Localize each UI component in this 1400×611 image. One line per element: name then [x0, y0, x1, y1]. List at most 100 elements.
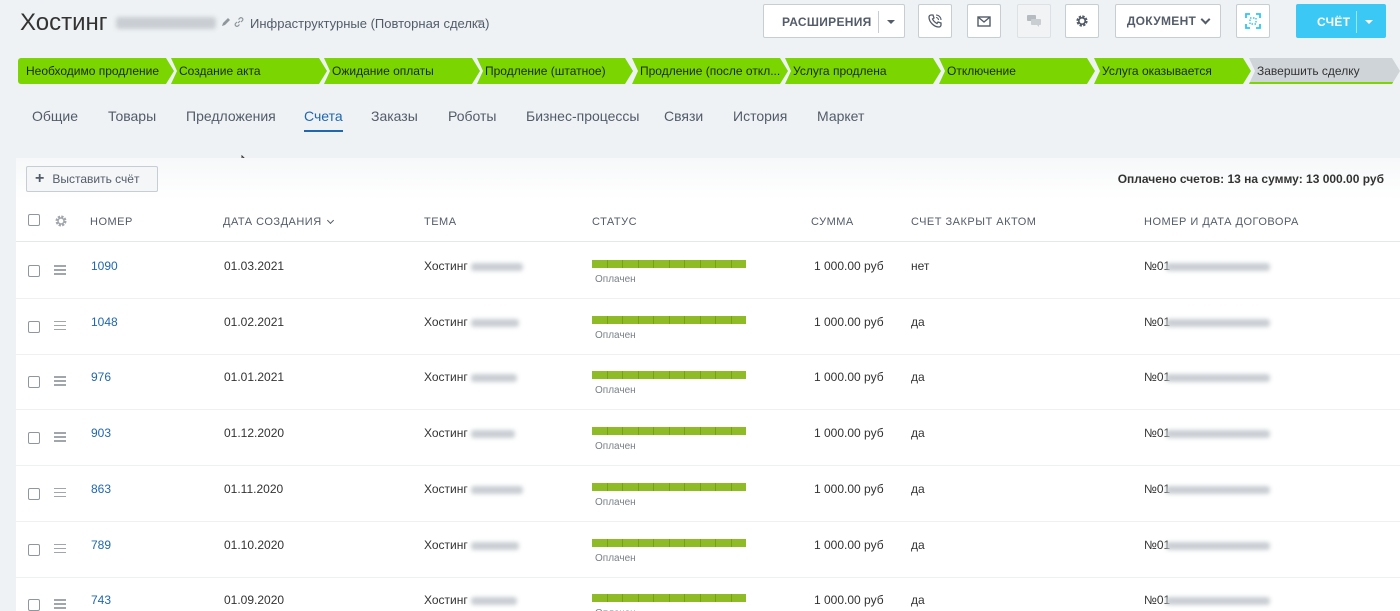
closed-by-act: да [911, 370, 925, 385]
stage-item[interactable]: Создание акта [171, 58, 327, 84]
mail-button[interactable] [967, 4, 1001, 38]
contract-blurred [1166, 318, 1270, 327]
stage-label: Услуга продлена [793, 64, 887, 78]
table-row[interactable]: 1090 01.03.2021 Хостинг Оплачен 1 000.00 руб… [16, 243, 1400, 299]
paid-summary: Оплачено счетов: 13 на сумму: 13 000.00 … [1117, 172, 1384, 186]
column-settings-icon[interactable] [54, 214, 68, 228]
invoice-number-link[interactable]: 1048 [91, 315, 118, 329]
stage-label: Продление (после откл... [640, 64, 781, 78]
extensions-button[interactable]: РАСШИРЕНИЯ [763, 4, 905, 38]
invoice-date: 01.11.2020 [224, 481, 284, 496]
row-menu-icon[interactable] [54, 599, 66, 609]
status-progress-bar [592, 538, 746, 547]
expand-button[interactable] [1236, 4, 1270, 38]
column-header-closed-by-act[interactable]: СЧЕТ ЗАКРЫТ АКТОМ [911, 216, 1036, 228]
invoice-number-link[interactable]: 789 [91, 538, 111, 552]
tab-orders[interactable]: Заказы [371, 108, 418, 124]
stage-item[interactable]: Услуга оказывается [1094, 58, 1251, 84]
deal-title[interactable]: Хостинг [20, 9, 108, 37]
column-header-number[interactable]: НОМЕР [90, 216, 133, 228]
stage-label: Ожидание оплаты [332, 64, 434, 78]
row-menu-icon[interactable] [54, 320, 66, 331]
chat-icon [1027, 15, 1041, 27]
invoice-topic: Хостинг [424, 314, 468, 329]
row-checkbox[interactable] [28, 543, 40, 556]
invoice-date: 01.10.2020 [224, 537, 285, 552]
invoice-topic: Хостинг [424, 537, 468, 552]
invoice-date: 01.02.2021 [224, 314, 285, 329]
document-label: ДОКУМЕНТ [1126, 14, 1197, 28]
row-checkbox[interactable] [28, 487, 40, 500]
tab-products[interactable]: Товары [108, 108, 156, 124]
table-row[interactable]: 1048 01.02.2021 Хостинг Оплачен 1 000.00 руб… [16, 299, 1400, 355]
tab-invoices[interactable]: Счета [304, 108, 343, 132]
table-row[interactable]: 789 01.10.2020 Хостинг Оплачен 1 000.00 руб д… [16, 522, 1400, 578]
row-checkbox[interactable] [28, 599, 40, 611]
deal-category[interactable]: Инфраструктурные (Повторная сделка) [250, 16, 489, 31]
tab-history[interactable]: История [733, 108, 787, 124]
row-menu-icon[interactable] [54, 487, 66, 498]
closed-by-act: да [911, 593, 925, 608]
tab-links[interactable]: Связи [664, 108, 703, 124]
invoice-sum: 1 000.00 руб [814, 370, 884, 385]
stage-item[interactable]: Услуга продлена [785, 58, 941, 84]
document-button[interactable]: ДОКУМЕНТ [1115, 4, 1221, 38]
phone-button[interactable] [918, 4, 952, 38]
row-checkbox[interactable] [28, 320, 40, 333]
invoice-number-link[interactable]: 743 [91, 593, 111, 607]
button-separator [878, 11, 879, 33]
contract-blurred [1166, 597, 1270, 606]
topic-blurred [471, 263, 523, 271]
row-menu-icon[interactable] [54, 376, 66, 386]
table-row[interactable]: 863 01.11.2020 Хостинг Оплачен 1 000.00 руб д… [16, 466, 1400, 522]
extensions-dropdown-icon[interactable] [887, 20, 895, 24]
add-invoice-label: Выставить счёт [52, 172, 140, 186]
pipeline-stages: Необходимо продление Создание акта Ожида… [18, 58, 1400, 84]
tab-business-processes[interactable]: Бизнес-процессы [526, 108, 639, 124]
stage-item[interactable]: Продление (после откл... [632, 58, 788, 84]
topic-blurred [471, 597, 517, 606]
invoice-dropdown-icon[interactable] [1365, 20, 1373, 24]
topic-blurred [471, 430, 515, 439]
invoice-number-link[interactable]: 863 [91, 482, 111, 496]
invoice-number-link[interactable]: 903 [91, 426, 111, 440]
column-header-date[interactable]: ДАТА СОЗДАНИЯ [223, 216, 334, 228]
row-checkbox[interactable] [28, 376, 40, 389]
stage-finish-deal[interactable]: Завершить сделку [1249, 58, 1400, 84]
pencil-icon[interactable] [221, 17, 231, 27]
row-menu-icon[interactable] [54, 543, 66, 554]
settings-button[interactable] [1065, 4, 1099, 38]
tab-market[interactable]: Маркет [817, 108, 864, 124]
column-header-contract[interactable]: НОМЕР И ДАТА ДОГОВОРА [1144, 216, 1299, 228]
column-header-status[interactable]: СТАТУС [592, 216, 637, 228]
invoice-sum: 1 000.00 руб [814, 481, 884, 496]
row-checkbox[interactable] [28, 432, 40, 445]
table-row[interactable]: 903 01.12.2020 Хостинг Оплачен 1 000.00 руб д… [16, 410, 1400, 467]
column-header-topic[interactable]: ТЕМА [424, 216, 457, 228]
invoice-date: 01.03.2021 [224, 259, 285, 273]
topic-blurred [471, 485, 523, 494]
invoice-number-link[interactable]: 976 [91, 370, 111, 384]
table-row[interactable]: 74301.09.2020ХостингОплачен1 000.00 рубд… [16, 577, 1400, 611]
column-header-sum[interactable]: СУММА [811, 216, 854, 228]
add-invoice-button[interactable]: + Выставить счёт [26, 166, 158, 192]
link-icon[interactable] [234, 17, 244, 27]
invoice-topic: Хостинг [424, 593, 468, 608]
table-row[interactable]: 976 01.01.2021 Хостинг Оплачен 1 000.00 руб д… [16, 354, 1400, 411]
stage-label: Отключение [947, 64, 1016, 78]
stage-item[interactable]: Продление (штатное) [477, 58, 633, 84]
stage-item[interactable]: Ожидание оплаты [324, 58, 480, 84]
invoice-number-link[interactable]: 1090 [91, 259, 118, 273]
row-menu-icon[interactable] [54, 432, 66, 442]
stage-item[interactable]: Необходимо продление [18, 58, 174, 84]
chat-button[interactable] [1017, 4, 1051, 38]
tab-offers[interactable]: Предложения [186, 108, 276, 124]
row-checkbox[interactable] [28, 265, 40, 277]
tab-robots[interactable]: Роботы [448, 108, 496, 124]
stage-item[interactable]: Отключение [939, 58, 1095, 84]
category-dropdown-icon[interactable] [476, 20, 484, 24]
tab-general[interactable]: Общие [32, 108, 78, 124]
row-menu-icon[interactable] [54, 265, 66, 275]
select-all-checkbox[interactable] [28, 214, 40, 226]
invoice-button[interactable]: СЧЁТ [1296, 4, 1386, 38]
